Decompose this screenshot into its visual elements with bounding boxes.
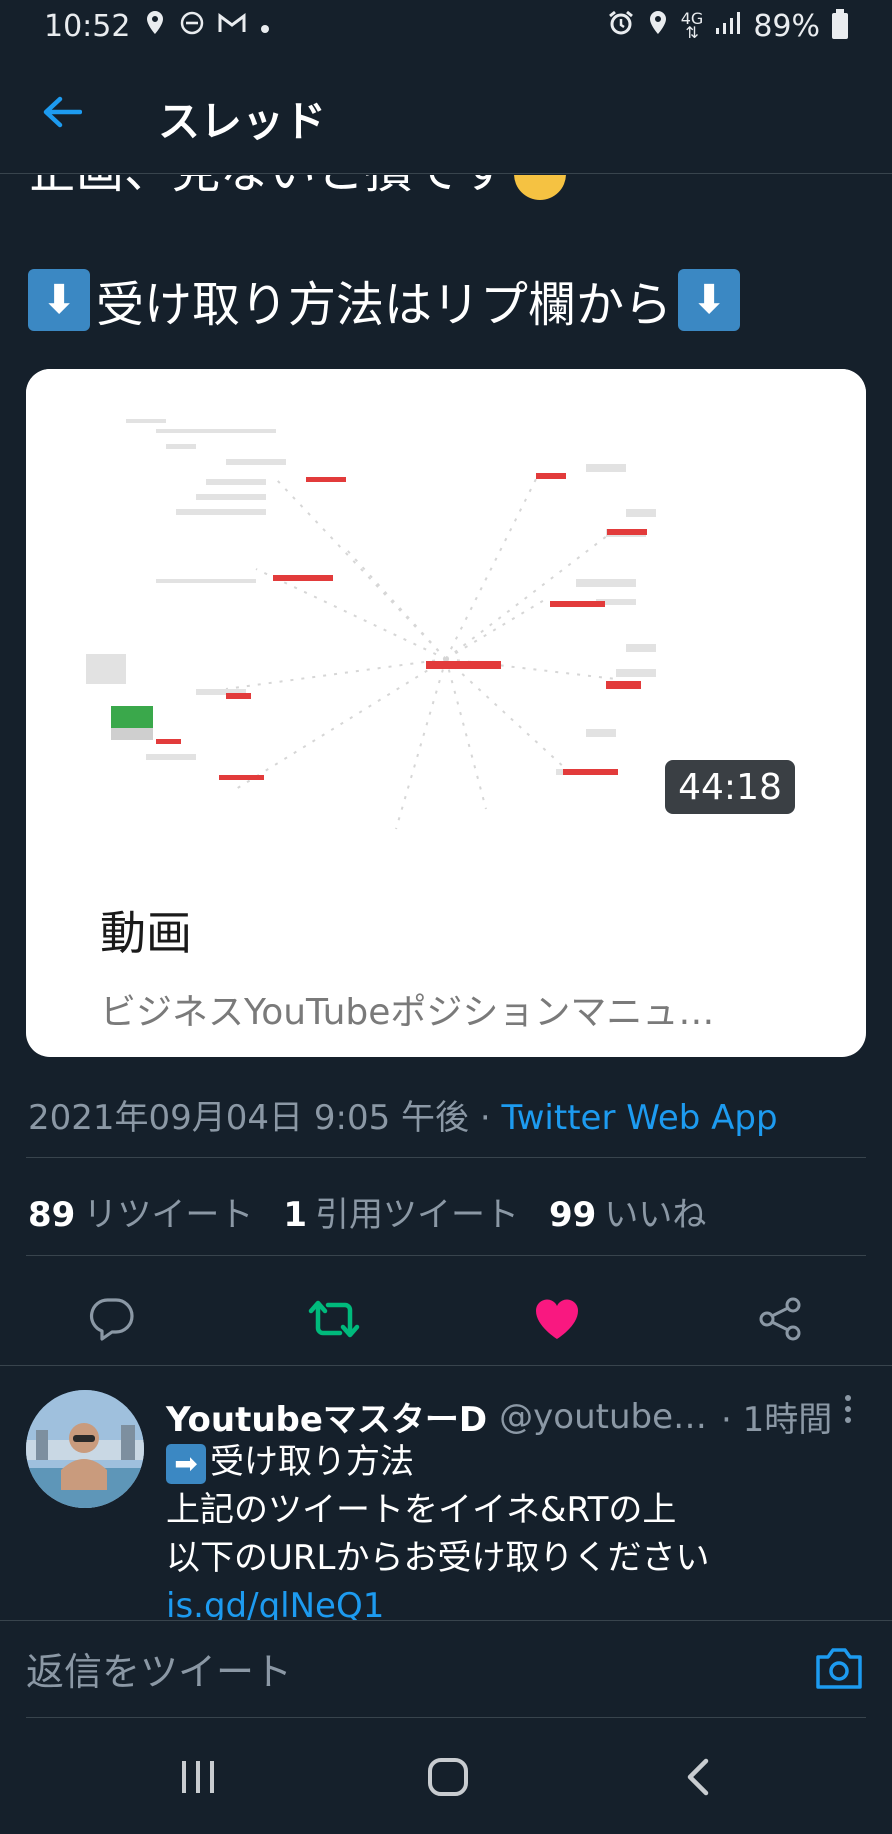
app-header: スレッド [0,52,892,174]
status-time: 10:52 [44,8,131,44]
alarm-icon [607,9,635,43]
chevron-left-icon [687,1758,709,1796]
status-bar: 10:52 4G ⇅ 89% [0,0,892,52]
tweet-line-text: 受け取り方法はリプ欄から [96,277,673,333]
reply-text: ➡ 受け取り方法 上記のツイートをイイネ&RTの上 以下のURLからお受け取りくだ… [166,1438,709,1620]
tweet-timestamp: 2021年09月04日 9:05 午後 · Twitter Web App [28,1090,778,1139]
reply-tweet[interactable]: YoutubeマスターD @youtube… · 1時間 ➡ 受け取り方法 上記の… [0,1365,892,1620]
right-arrow-emoji-icon: ➡ [166,1443,206,1484]
like-count: 99 [549,1195,597,1235]
system-navigation-bar [0,1720,892,1834]
tweet-clipped-line: 企画、見ないと損です [28,175,508,199]
reply-link[interactable]: is.gd/qlNeQ1 [166,1582,709,1620]
recent-apps-icon [182,1761,214,1793]
home-button[interactable] [418,1752,478,1802]
system-back-button[interactable] [668,1752,728,1802]
reply-button[interactable] [82,1289,142,1349]
down-arrow-emoji-icon: ⬇ [678,269,741,331]
thread-content[interactable]: 企画、見ないと損です ⬇ 受け取り方法はリプ欄から ⬇ [0,175,892,1620]
tweet-stats: 89 リツイート 1 引用ツイート 99 いいね [28,1187,706,1236]
grinning-face-icon [514,175,567,200]
timestamp-separator: · [479,1098,491,1138]
like-count-link[interactable]: 99 いいね [549,1187,706,1236]
reply-time: · 1時間 [721,1400,833,1440]
reply-header: YoutubeマスターD @youtube… · 1時間 [166,1392,832,1441]
share-icon [759,1297,801,1341]
retweet-button[interactable] [304,1289,364,1349]
signal-icon [715,11,741,41]
reply-author-handle[interactable]: @youtube… [499,1397,707,1437]
down-arrow-emoji-icon: ⬇ [28,269,90,331]
recent-apps-button[interactable] [168,1752,228,1802]
page-title: スレッド [158,97,327,146]
avatar-photo [26,1390,144,1508]
reply-compose-bar: 返信をツイート [0,1620,892,1720]
card-description: ビジネスYouTubeポジションマニュ… [100,992,715,1033]
back-arrow-icon [43,96,82,128]
location-active-icon [647,10,669,42]
heart-filled-icon [535,1299,579,1339]
location-icon [144,10,166,42]
card-title: 動画 [100,906,192,960]
quote-count: 1 [283,1195,307,1235]
battery-icon [832,9,848,39]
quote-label: 引用ツイート [315,1195,519,1235]
more-options-button[interactable] [838,1390,858,1430]
gmail-icon [218,12,246,40]
back-button[interactable] [40,90,84,134]
avatar[interactable] [26,1390,144,1508]
divider [26,1157,866,1158]
tweet-text: ⬇ 受け取り方法はリプ欄から ⬇ [28,265,741,335]
video-link-card[interactable]: 44:18 動画 ビジネスYouTubeポジションマニュ… [26,369,866,1057]
tweet-date[interactable]: 2021年09月04日 9:05 午後 [28,1098,469,1138]
retweet-icon [308,1300,360,1338]
do-not-disturb-icon [180,11,204,41]
network-type-label: 4G ⇅ [681,11,704,42]
divider [26,1255,866,1256]
reply-line-2: 上記のツイートをイイネ&RTの上 [166,1490,677,1530]
retweet-label: リツイート [83,1195,254,1235]
reply-author-name[interactable]: YoutubeマスターD [166,1392,487,1441]
like-button[interactable] [527,1289,587,1349]
reply-line-3: 以下のURLからお受け取りください [166,1538,710,1578]
reply-line-1: 受け取り方法 [210,1442,414,1482]
notification-dot-icon [260,12,270,40]
compose-underline [26,1717,866,1718]
battery-percent: 89% [753,8,820,44]
tweet-action-bar [0,1273,892,1365]
retweet-count-link[interactable]: 89 リツイート [28,1187,253,1236]
tweet-text-clipped: 企画、見ないと損です [28,175,567,201]
video-duration-badge: 44:18 [665,760,795,814]
retweet-count: 89 [28,1195,76,1235]
data-arrows-icon: ⇅ [685,23,699,42]
camera-button[interactable] [814,1645,864,1691]
reply-input[interactable]: 返信をツイート [26,1641,292,1696]
more-vertical-icon [845,1395,851,1423]
home-icon [428,1758,468,1796]
tweet-source-link[interactable]: Twitter Web App [501,1098,777,1138]
like-label: いいね [604,1195,707,1235]
camera-icon [816,1648,862,1689]
reply-icon [89,1298,134,1341]
share-button[interactable] [750,1289,810,1349]
quote-count-link[interactable]: 1 引用ツイート [283,1187,519,1236]
